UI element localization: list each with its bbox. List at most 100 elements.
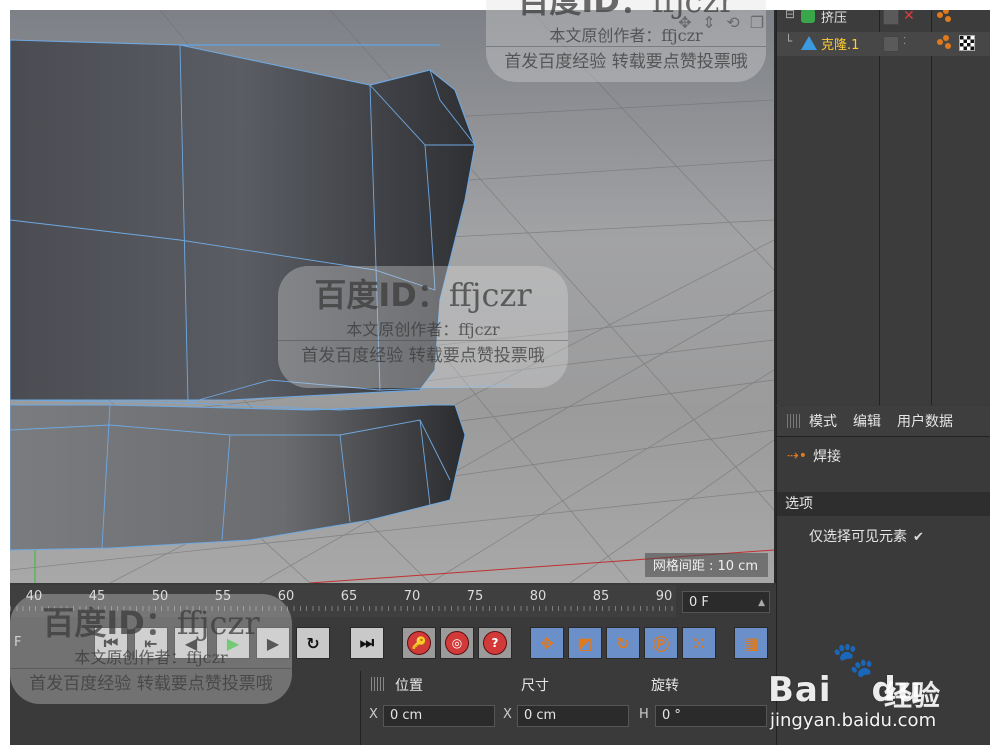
film-icon: ▦ [743, 633, 759, 653]
loop-icon: ↻ [306, 633, 320, 653]
film-button[interactable]: ▦ [734, 627, 768, 659]
help-key-button[interactable]: ? [478, 627, 512, 659]
option-label: 仅选择可见元素 [809, 529, 907, 545]
pla-key-button[interactable]: ⁙ [682, 627, 716, 659]
object-name[interactable]: 挤压 [821, 10, 847, 26]
param-key-button[interactable]: Ⓟ [644, 627, 678, 659]
object-row-cloner[interactable]: └ 克隆.1 ⁚ [777, 32, 990, 56]
weld-tool-icon: ⇢• [787, 448, 807, 464]
material-panel [10, 671, 360, 745]
header-size: 尺寸 [521, 678, 549, 694]
scale-key-button[interactable]: ◩ [568, 627, 602, 659]
current-frame-value: 0 F [689, 595, 709, 610]
rotation-h-field[interactable]: 0 ° [655, 705, 767, 727]
visible-only-checkbox[interactable]: ✔ [913, 531, 927, 545]
go-start-button[interactable]: ⏮ [94, 627, 128, 659]
tick-label: 55 [214, 589, 232, 604]
axis-label: X [369, 707, 378, 722]
rotation-h-value: 0 ° [662, 708, 681, 723]
help-key-icon: ? [483, 631, 507, 655]
paw-icon: 🐾 [832, 640, 875, 680]
prev-key-button[interactable]: ⇤ [134, 627, 168, 659]
move-view-icon[interactable]: ✥ [676, 14, 694, 32]
move-key-button[interactable]: ✥ [530, 627, 564, 659]
grip-icon[interactable] [787, 414, 801, 428]
tick-label: 90 [655, 589, 673, 604]
size-x-field[interactable]: 0 cm [517, 705, 629, 727]
tab-edit[interactable]: 编辑 [853, 411, 881, 431]
logo-url: jingyan.baidu.com [770, 710, 937, 731]
tick-label: 65 [340, 589, 358, 604]
tool-name: 焊接 [813, 449, 841, 465]
layer-flag-icon[interactable] [883, 10, 899, 25]
move-key-icon: ✥ [540, 633, 554, 653]
extruded-mesh [10, 39, 476, 401]
tick-label: 45 [88, 589, 106, 604]
transport-toolbar: F ⏮ ⇤ ◀ ▶ ▶ ↻ ⏭ 🔑 ◎ ? ✥ ◩ ↻ Ⓟ ⁙ ▦ [10, 619, 774, 671]
material-tag-icon[interactable] [959, 35, 975, 51]
object-name[interactable]: 克隆.1 [821, 34, 859, 53]
autokey-button[interactable]: ◎ [440, 627, 474, 659]
play-button[interactable]: ▶ [216, 627, 250, 659]
param-key-icon: Ⓟ [652, 635, 669, 654]
tick-label: 75 [466, 589, 484, 604]
logo-jingyan: 经验 [884, 679, 941, 712]
size-x-value: 0 cm [524, 708, 557, 723]
current-frame-field[interactable]: 0 F▲▼ [682, 591, 770, 630]
visibility-dots-icon[interactable]: ⁚ [903, 36, 906, 52]
option-visible-only: 仅选择可见元素 ✔ [809, 526, 927, 546]
pla-key-icon: ⁙ [692, 633, 706, 653]
toggle-view-icon[interactable]: ❐ [748, 14, 766, 32]
3d-viewport[interactable]: ✥ ⇕ ⟲ ❐ 网格间距 : 10 cm [10, 10, 776, 583]
phong-tag-icon[interactable] [937, 35, 953, 49]
loop-button[interactable]: ↻ [296, 627, 330, 659]
tab-user-data[interactable]: 用户数据 [897, 411, 953, 431]
record-icon: 🔑 [407, 631, 431, 655]
tab-mode[interactable]: 模式 [809, 411, 837, 431]
rotate-view-icon[interactable]: ⟲ [724, 14, 742, 32]
next-frame-icon: ▶ [266, 633, 280, 653]
cloner-icon [801, 36, 817, 50]
grid-distance-label: 网格间距 : 10 cm [644, 553, 768, 577]
tick-label: 50 [151, 589, 169, 604]
attribute-tabs: 模式 编辑 用户数据 [777, 406, 990, 437]
rotate-key-button[interactable]: ↻ [606, 627, 640, 659]
prev-key-icon: ⇤ [144, 633, 158, 653]
grip-icon[interactable] [371, 677, 385, 691]
viewport-nav: ✥ ⇕ ⟲ ❐ [676, 14, 766, 32]
prev-frame-button[interactable]: ◀ [174, 627, 208, 659]
object-manager: ⊟ 挤压 ✕ └ 克隆.1 ⁚ [776, 10, 990, 405]
axis-label: H [639, 707, 649, 722]
tick-label: 85 [592, 589, 610, 604]
axis-label: X [503, 707, 512, 722]
frame-label: F [14, 635, 22, 650]
baidu-jingyan-logo: Bai du 🐾 经验 jingyan.baidu.com [768, 640, 998, 750]
tick-label: 70 [403, 589, 421, 604]
tick-label: 80 [529, 589, 547, 604]
autokey-icon: ◎ [445, 631, 469, 655]
position-x-value: 0 cm [390, 708, 423, 723]
go-end-button[interactable]: ⏭ [350, 627, 384, 659]
zoom-view-icon[interactable]: ⇕ [700, 14, 718, 32]
disabled-x-icon[interactable]: ✕ [903, 10, 915, 25]
rotate-key-icon: ↻ [616, 633, 630, 653]
section-options[interactable]: 选项 [777, 492, 990, 516]
viewport-scene [10, 10, 774, 583]
record-button[interactable]: 🔑 [402, 627, 436, 659]
position-x-field[interactable]: 0 cm [383, 705, 495, 727]
timeline-ruler[interactable]: 40 45 50 55 60 65 70 75 80 85 90 [10, 585, 676, 617]
prev-frame-icon: ◀ [184, 633, 198, 653]
go-start-icon: ⏮ [103, 633, 119, 652]
object-row-extrude[interactable]: ⊟ 挤压 ✕ [777, 10, 990, 29]
next-frame-button[interactable]: ▶ [256, 627, 290, 659]
scale-key-icon: ◩ [577, 633, 593, 653]
tree-expand-icon[interactable]: ⊟ [785, 10, 795, 21]
tick-label: 40 [25, 589, 43, 604]
tick-label: 60 [277, 589, 295, 604]
layer-flag-icon[interactable] [883, 36, 899, 52]
timeline[interactable]: 40 45 50 55 60 65 70 75 80 85 90 0 F▲▼ [10, 585, 774, 630]
extrude-icon [801, 10, 815, 23]
header-position: 位置 [395, 678, 423, 694]
phong-tag-icon[interactable] [937, 10, 953, 22]
coord-headers: 位置 尺寸 旋转 [361, 671, 775, 697]
